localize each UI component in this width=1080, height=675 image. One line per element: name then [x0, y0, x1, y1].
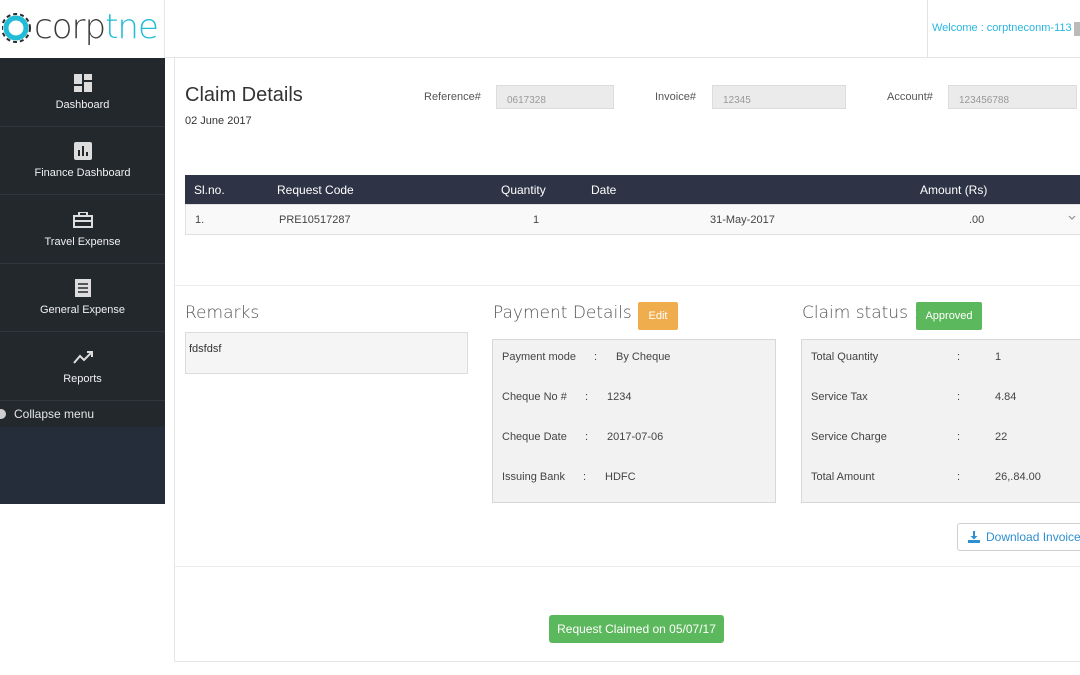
sidebar-item-label: Reports [63, 372, 102, 385]
sidebar-item-finance-dashboard[interactable]: Finance Dashboard [0, 127, 165, 195]
section-divider [175, 285, 1080, 286]
reference-field[interactable] [496, 85, 614, 109]
separator: : [957, 471, 961, 483]
top-header: Welcome : corptneconm-113 [165, 0, 1080, 58]
separator: : [957, 391, 961, 403]
separator: : [594, 351, 598, 363]
row-quantity: 1 [533, 214, 540, 226]
sidebar: corptne Dashboard Finance Dashboard Trav… [0, 0, 165, 504]
separator: : [585, 391, 589, 403]
row-sl-no: 1. [195, 214, 205, 226]
payment-label: Cheque Date [502, 431, 567, 443]
column-header: Quantity [501, 183, 546, 197]
header-divider [927, 0, 928, 58]
side-nav: Dashboard Finance Dashboard Travel Expen… [0, 58, 165, 427]
user-avatar[interactable] [1074, 22, 1080, 36]
briefcase-icon [72, 210, 93, 230]
payment-details-panel: Payment mode : By Cheque Cheque No # : 1… [492, 339, 776, 503]
row-amount: .00 [969, 214, 985, 226]
approved-status-badge[interactable]: Approved [916, 302, 982, 330]
invoice-field[interactable] [712, 85, 846, 109]
account-field[interactable] [948, 85, 1077, 109]
sidebar-item-general-expense[interactable]: General Expense [0, 264, 165, 332]
payment-details-title: Payment Details : [493, 303, 643, 323]
document-icon [73, 278, 93, 298]
remarks-title: Remarks [185, 303, 260, 323]
sidebar-item-label: Travel Expense [44, 235, 121, 248]
welcome-text[interactable]: Welcome : corptneconm-113 [932, 22, 1072, 34]
sidebar-item-label: Dashboard [55, 98, 110, 111]
trend-line-icon [72, 347, 93, 367]
row-date: 31-May-2017 [710, 214, 775, 226]
chevron-down-icon[interactable] [1068, 212, 1076, 224]
separator: : [585, 431, 589, 443]
account-label: Account# [887, 91, 933, 103]
claim-table-header: Sl.no. Request Code Quantity Date Amount… [185, 175, 1080, 204]
invoice-label: Invoice# [655, 91, 696, 103]
payment-value: 2017-07-06 [607, 431, 664, 443]
payment-value: 1234 [607, 391, 632, 403]
sidebar-item-dashboard[interactable]: Dashboard [0, 58, 165, 127]
circle-icon [0, 409, 6, 419]
edit-button[interactable]: Edit [638, 302, 678, 330]
status-value: 4.84 [995, 391, 1017, 403]
section-divider [175, 566, 1080, 567]
status-label: Total Amount [811, 471, 875, 483]
main-content: Claim Details 02 June 2017 Reference# In… [174, 58, 1080, 662]
page-title: Claim Details [185, 84, 303, 106]
dashboard-icon [73, 73, 93, 93]
sidebar-item-travel-expense[interactable]: Travel Expense [0, 195, 165, 264]
column-header: Amount (Rs) [920, 183, 988, 197]
payment-label: Payment mode [502, 351, 576, 363]
payment-label: Cheque No # [502, 391, 567, 403]
claim-date: 02 June 2017 [185, 115, 252, 127]
sidebar-item-reports[interactable]: Reports [0, 332, 165, 401]
status-label: Total Quantity [811, 351, 879, 363]
reference-label: Reference# [424, 91, 481, 103]
download-invoice-label: Download Invoice [986, 530, 1080, 544]
remarks-box: fdsfdsf [185, 332, 468, 374]
status-value: 26,.84.00 [995, 471, 1041, 483]
request-claimed-button[interactable]: Request Claimed on 05/07/17 [549, 615, 724, 643]
sidebar-item-label: Finance Dashboard [34, 167, 131, 180]
claim-status-title: Claim status : [802, 303, 920, 323]
download-invoice-button[interactable]: Download Invoice [957, 523, 1080, 551]
status-value: 1 [995, 351, 1002, 363]
bar-chart-icon [73, 141, 93, 161]
collapse-menu-label: Collapse menu [14, 407, 95, 421]
claim-status-panel: Total Quantity : 1 Service Tax : 4.84 Se… [801, 339, 1080, 503]
column-header: Sl.no. [194, 183, 225, 197]
download-icon [968, 531, 980, 543]
separator: : [957, 351, 961, 363]
table-row[interactable]: 1. PRE10517287 1 31-May-2017 .00 [185, 204, 1080, 235]
sidebar-item-label: General Expense [40, 304, 125, 317]
separator: : [957, 431, 961, 443]
column-header: Date [591, 183, 617, 197]
status-label: Service Tax [811, 391, 868, 403]
logo[interactable]: corptne [0, 0, 165, 58]
gear-logo-icon [2, 13, 31, 43]
payment-label: Issuing Bank [502, 471, 565, 483]
logo-text: corptne [34, 7, 159, 47]
status-value: 22 [995, 431, 1008, 443]
column-header: Request Code [277, 183, 354, 197]
collapse-menu-button[interactable]: Collapse menu [0, 401, 165, 428]
payment-value: HDFC [605, 471, 636, 483]
status-label: Service Charge [811, 431, 887, 443]
separator: : [583, 471, 587, 483]
row-request-code: PRE10517287 [279, 214, 351, 226]
payment-value: By Cheque [616, 351, 671, 363]
